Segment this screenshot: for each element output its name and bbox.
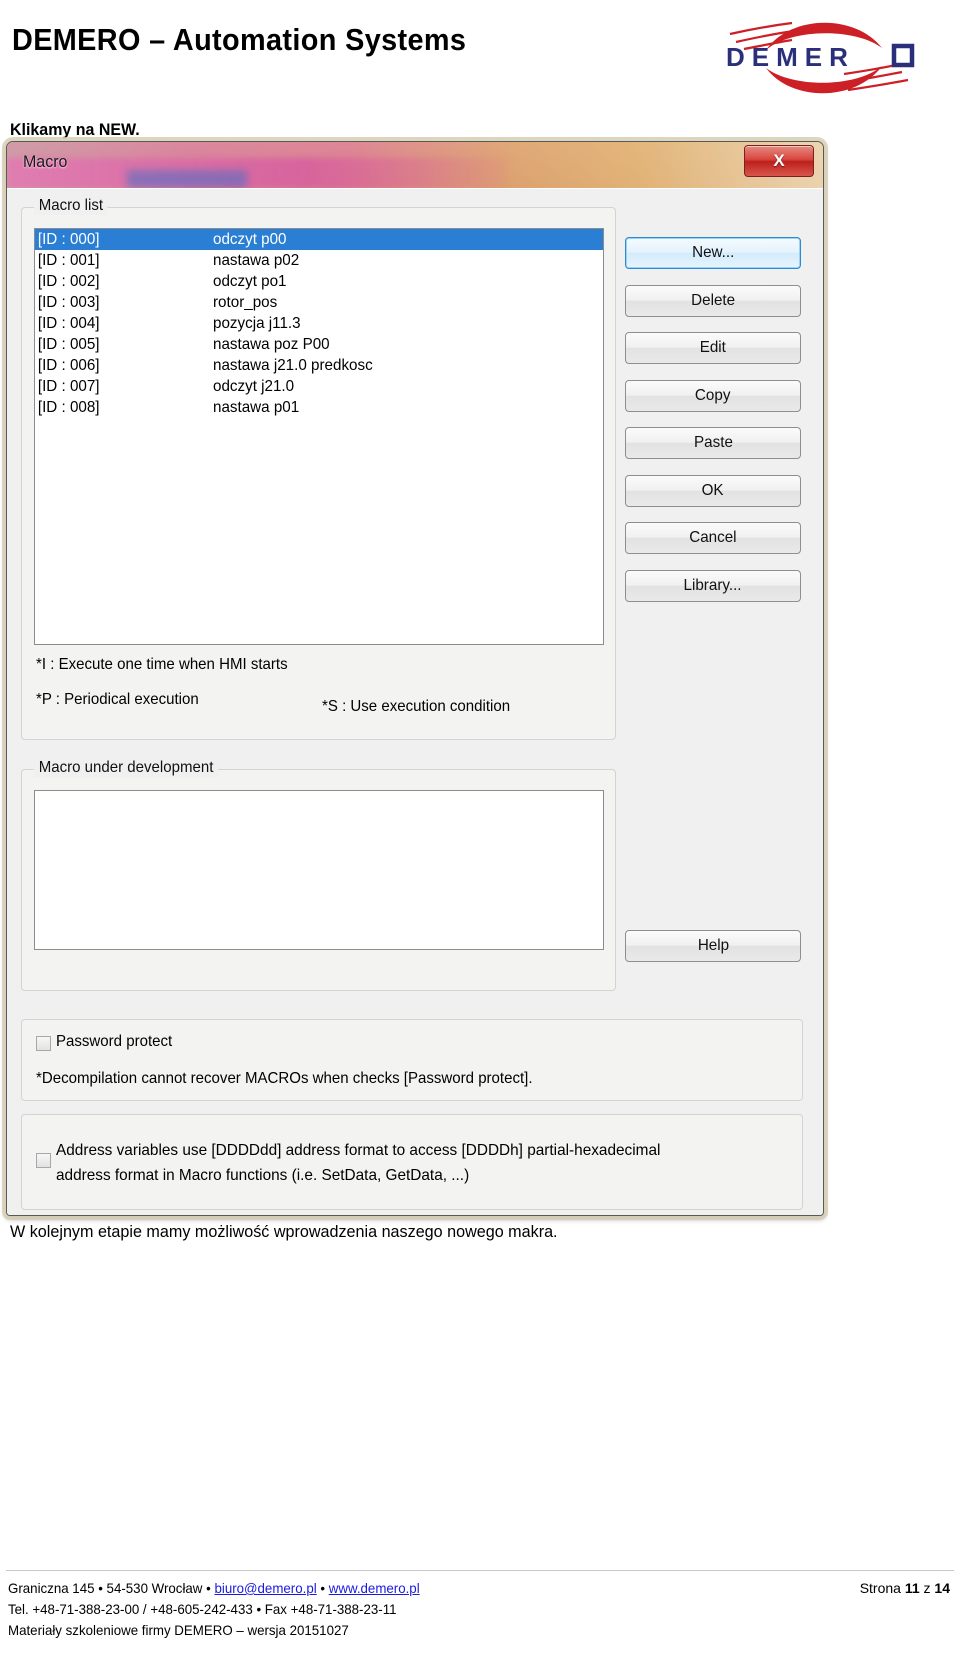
paste-button-label: Paste xyxy=(693,434,733,451)
list-item-id: [ID : 005] xyxy=(37,336,100,353)
page-label: Strona xyxy=(859,1580,905,1596)
close-icon: X xyxy=(773,151,785,170)
help-button-label: Help xyxy=(697,937,729,954)
macro-list-legend: Macro list xyxy=(34,197,108,215)
password-protect-label: Password protect xyxy=(56,1033,173,1050)
list-item-id: [ID : 004] xyxy=(37,315,100,332)
list-item[interactable]: [ID : 005] nastawa poz P00 xyxy=(35,334,603,355)
library-button[interactable]: Library... xyxy=(625,570,801,602)
copy-button[interactable]: Copy xyxy=(625,380,801,412)
paste-button[interactable]: Paste xyxy=(625,427,801,459)
copy-button-label: Copy xyxy=(695,387,731,404)
list-item-name: odczyt po1 xyxy=(213,273,287,290)
list-item-name: odczyt j21.0 xyxy=(213,378,295,395)
intro-text: Klikamy na NEW. xyxy=(10,120,140,139)
list-item[interactable]: [ID : 004] pozycja j11.3 xyxy=(35,313,603,334)
list-item-id: [ID : 000] xyxy=(37,231,100,248)
list-item-name: nastawa p01 xyxy=(213,399,300,416)
list-item-name: nastawa j21.0 predkosc xyxy=(213,357,373,374)
macro-dev-legend: Macro under development xyxy=(34,759,219,777)
footer-line-1: Graniczna 145 • 54-530 Wrocław • biuro@d… xyxy=(8,1578,420,1599)
demero-logo: DEMER xyxy=(696,6,926,108)
list-item-id: [ID : 007] xyxy=(37,378,100,395)
page-of: z xyxy=(919,1580,935,1596)
new-button[interactable]: New... xyxy=(625,237,801,269)
list-item[interactable]: [ID : 006] nastawa j21.0 predkosc xyxy=(35,355,603,376)
page-current: 11 xyxy=(904,1580,920,1596)
help-button[interactable]: Help xyxy=(625,930,801,962)
list-item-id: [ID : 002] xyxy=(37,273,100,290)
list-item[interactable]: [ID : 007] odczyt j21.0 xyxy=(35,376,603,397)
cancel-button[interactable]: Cancel xyxy=(625,522,801,554)
list-item[interactable]: [ID : 002] odczyt po1 xyxy=(35,271,603,292)
password-protect-panel: Password protect *Decompilation cannot r… xyxy=(21,1019,803,1101)
list-item[interactable]: [ID : 000] odczyt p00 xyxy=(35,229,603,250)
page-title: DEMERO – Automation Systems xyxy=(12,22,467,57)
footer-line-2: Tel. +48-71-388-23-00 / +48-605-242-433 … xyxy=(8,1601,397,1617)
page-number: Strona 11 z 14 xyxy=(860,1578,950,1599)
password-protect-note: *Decompilation cannot recover MACROs whe… xyxy=(36,1070,533,1087)
library-button-label: Library... xyxy=(683,577,743,594)
dialog-title: Macro xyxy=(23,152,68,171)
dialog-body: Macro list [ID : 000] odczyt p00 [ID : 0… xyxy=(7,188,823,1215)
list-item[interactable]: [ID : 003] rotor_pos xyxy=(35,292,603,313)
close-button[interactable]: X xyxy=(744,145,814,177)
titlebar-background-blur-2 xyxy=(127,170,247,188)
list-item-name: nastawa poz P00 xyxy=(213,336,330,353)
list-item[interactable]: [ID : 001] nastawa p02 xyxy=(35,250,603,271)
cancel-button-label: Cancel xyxy=(689,529,737,546)
footer-contact: Graniczna 145 • 54-530 Wrocław • biuro@d… xyxy=(8,1578,420,1641)
macro-dev-listbox[interactable] xyxy=(34,790,604,950)
titlebar-background-blur xyxy=(7,158,507,188)
website-link[interactable]: www.demero.pl xyxy=(329,1580,420,1596)
list-item-name: pozycja j11.3 xyxy=(213,315,301,332)
macro-listbox[interactable]: [ID : 000] odczyt p00 [ID : 001] nastawa… xyxy=(34,228,604,645)
legend-note-condition: *S : Use execution condition xyxy=(322,698,511,715)
svg-text:DEMER: DEMER xyxy=(726,42,855,72)
page-header: DEMERO – Automation Systems DEMER xyxy=(0,0,960,112)
list-item-id: [ID : 003] xyxy=(37,294,100,311)
email-link[interactable]: biuro@demero.pl xyxy=(214,1580,316,1596)
macro-list-group: Macro list [ID : 000] odczyt p00 [ID : 0… xyxy=(21,197,616,740)
edit-button[interactable]: Edit xyxy=(625,332,801,364)
page-total: 14 xyxy=(934,1580,950,1596)
logo-svg: DEMER xyxy=(726,21,915,94)
list-item-id: [ID : 001] xyxy=(37,252,100,269)
delete-button[interactable]: Delete xyxy=(625,285,801,317)
edit-button-label: Edit xyxy=(699,339,727,356)
footer-separator: • xyxy=(316,1580,329,1596)
address-format-label: Address variables use [DDDDdd] address f… xyxy=(56,1142,661,1184)
list-item-name: nastawa p02 xyxy=(213,252,300,269)
list-item-id: [ID : 006] xyxy=(37,357,100,374)
footer-address: Graniczna 145 • 54-530 Wrocław • xyxy=(8,1580,215,1596)
list-item-name: odczyt p00 xyxy=(213,231,287,248)
macro-under-development-group: Macro under development xyxy=(21,759,616,991)
list-item-name: rotor_pos xyxy=(213,294,278,311)
list-item[interactable]: [ID : 008] nastawa p01 xyxy=(35,397,603,418)
password-protect-checkbox[interactable] xyxy=(36,1036,51,1051)
address-format-checkbox[interactable] xyxy=(36,1153,51,1168)
dialog-titlebar[interactable]: Macro X xyxy=(7,142,823,189)
list-item-id: [ID : 008] xyxy=(37,399,100,416)
macro-dialog: Macro X Macro list [ID : 000] odczyt p00… xyxy=(6,141,824,1216)
new-button-label: New... xyxy=(691,244,735,261)
ok-button[interactable]: OK xyxy=(625,475,801,507)
legend-note-periodical: *P : Periodical execution xyxy=(36,691,199,708)
address-format-panel: Address variables use [DDDDdd] address f… xyxy=(21,1114,803,1210)
legend-note-init: *I : Execute one time when HMI starts xyxy=(36,656,288,673)
caption-text: W kolejnym etapie mamy możliwość wprowad… xyxy=(10,1222,558,1241)
footer-divider xyxy=(6,1570,954,1571)
footer-line-3: Materiały szkoleniowe firmy DEMERO – wer… xyxy=(8,1622,349,1638)
ok-button-label: OK xyxy=(702,482,724,499)
delete-button-label: Delete xyxy=(691,292,735,309)
